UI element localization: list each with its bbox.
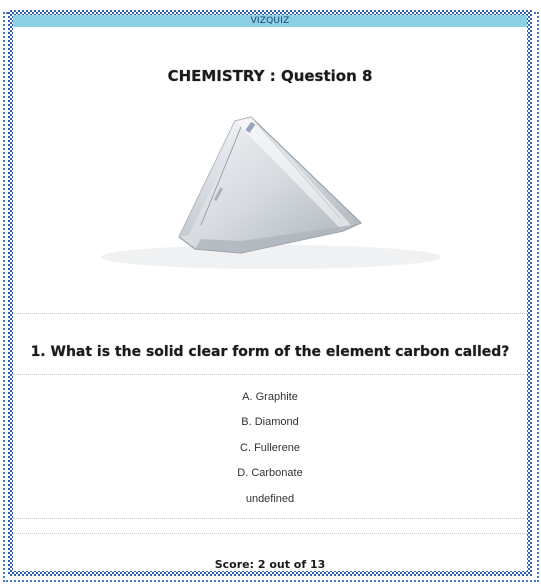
answer-options: A. Graphite B. Diamond C. Fullerene D. C… — [13, 375, 527, 512]
diamond-crystal-image — [101, 116, 441, 269]
option-d[interactable]: D. Carbonate — [13, 461, 527, 486]
question-heading: CHEMISTRY : Question 8 — [167, 67, 373, 85]
window-title: VIZQUIZ — [13, 15, 527, 27]
option-c[interactable]: C. Fullerene — [13, 436, 527, 461]
divider — [13, 517, 527, 519]
question-image — [13, 107, 527, 293]
option-b[interactable]: B. Diamond — [13, 410, 527, 435]
divider — [13, 532, 527, 534]
option-e[interactable]: undefined — [13, 487, 527, 512]
score-label: Score: 2 out of 13 — [214, 557, 326, 571]
question-text: 1. What is the solid clear form of the e… — [30, 344, 510, 360]
quiz-window: VIZQUIZ CHEMISTRY : Question 8 1. What i… — [8, 10, 532, 576]
option-a[interactable]: A. Graphite — [13, 385, 527, 410]
